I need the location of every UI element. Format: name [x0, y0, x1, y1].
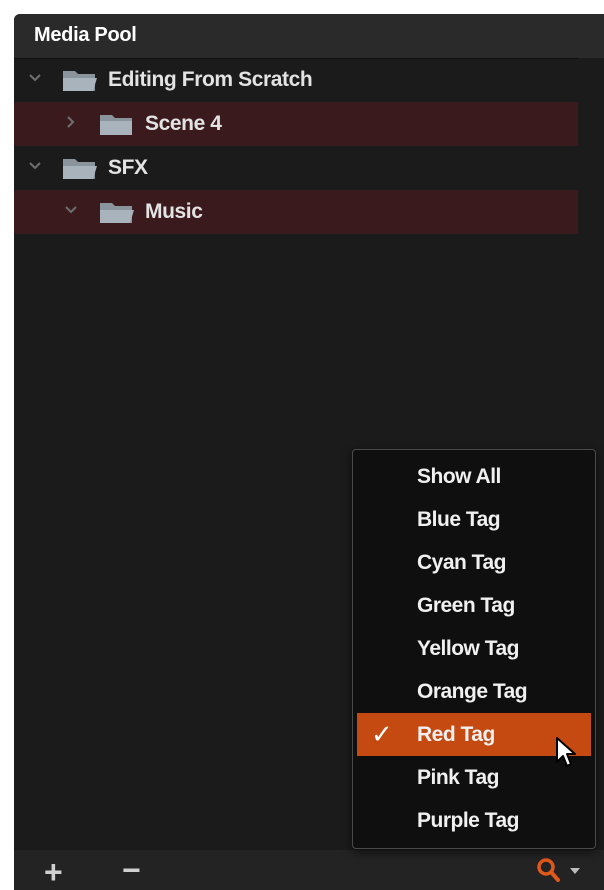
- folder-open-icon: [61, 155, 99, 181]
- add-bin-button[interactable]: +: [44, 852, 63, 890]
- panel-header: Media Pool: [14, 14, 604, 59]
- tree-item-music[interactable]: Music: [14, 190, 578, 234]
- menu-item-label: Red Tag: [417, 723, 495, 746]
- tree-item-label: SFX: [108, 156, 148, 179]
- panel-title: Media Pool: [34, 24, 137, 46]
- tree-item-sfx[interactable]: SFX: [14, 146, 578, 190]
- menu-item-label: Green Tag: [417, 594, 515, 617]
- remove-bin-button[interactable]: −: [122, 850, 141, 890]
- menu-item-yellow-tag[interactable]: Yellow Tag: [357, 627, 591, 670]
- search-icon: [536, 856, 562, 889]
- menu-item-orange-tag[interactable]: Orange Tag: [357, 670, 591, 713]
- mouse-cursor-icon: [554, 736, 580, 772]
- tree-item-label: Music: [145, 200, 203, 223]
- menu-item-label: Yellow Tag: [417, 637, 519, 660]
- folder-open-icon: [61, 67, 99, 93]
- menu-item-blue-tag[interactable]: Blue Tag: [357, 498, 591, 541]
- menu-item-green-tag[interactable]: Green Tag: [357, 584, 591, 627]
- menu-item-purple-tag[interactable]: Purple Tag: [357, 799, 591, 842]
- menu-item-label: Blue Tag: [417, 508, 501, 531]
- menu-item-label: Show All: [417, 465, 501, 488]
- tree-item-label: Editing From Scratch: [108, 68, 313, 91]
- tree-item-scene-4[interactable]: Scene 4: [14, 102, 578, 146]
- menu-item-label: Pink Tag: [417, 766, 499, 789]
- menu-item-label: Purple Tag: [417, 809, 519, 832]
- chevron-down-icon[interactable]: [62, 201, 80, 219]
- chevron-right-icon[interactable]: [62, 113, 80, 131]
- checkmark-icon: ✓: [371, 719, 393, 749]
- menu-item-cyan-tag[interactable]: Cyan Tag: [357, 541, 591, 584]
- tree-item-label: Scene 4: [145, 112, 222, 135]
- folder-icon: [98, 111, 136, 137]
- search-filter-button[interactable]: [536, 856, 588, 884]
- chevron-down-icon[interactable]: [26, 69, 44, 87]
- chevron-down-icon[interactable]: [26, 157, 44, 175]
- menu-item-label: Cyan Tag: [417, 551, 506, 574]
- tree-item-editing-from-scratch[interactable]: Editing From Scratch: [14, 58, 578, 102]
- folder-open-icon: [98, 199, 136, 225]
- caret-down-icon: [568, 860, 582, 885]
- menu-item-label: Orange Tag: [417, 680, 528, 703]
- tag-filter-menu: Show All Blue Tag Cyan Tag Green Tag Yel…: [352, 449, 596, 849]
- panel-footer: + −: [14, 850, 604, 890]
- menu-item-show-all[interactable]: Show All: [357, 455, 591, 498]
